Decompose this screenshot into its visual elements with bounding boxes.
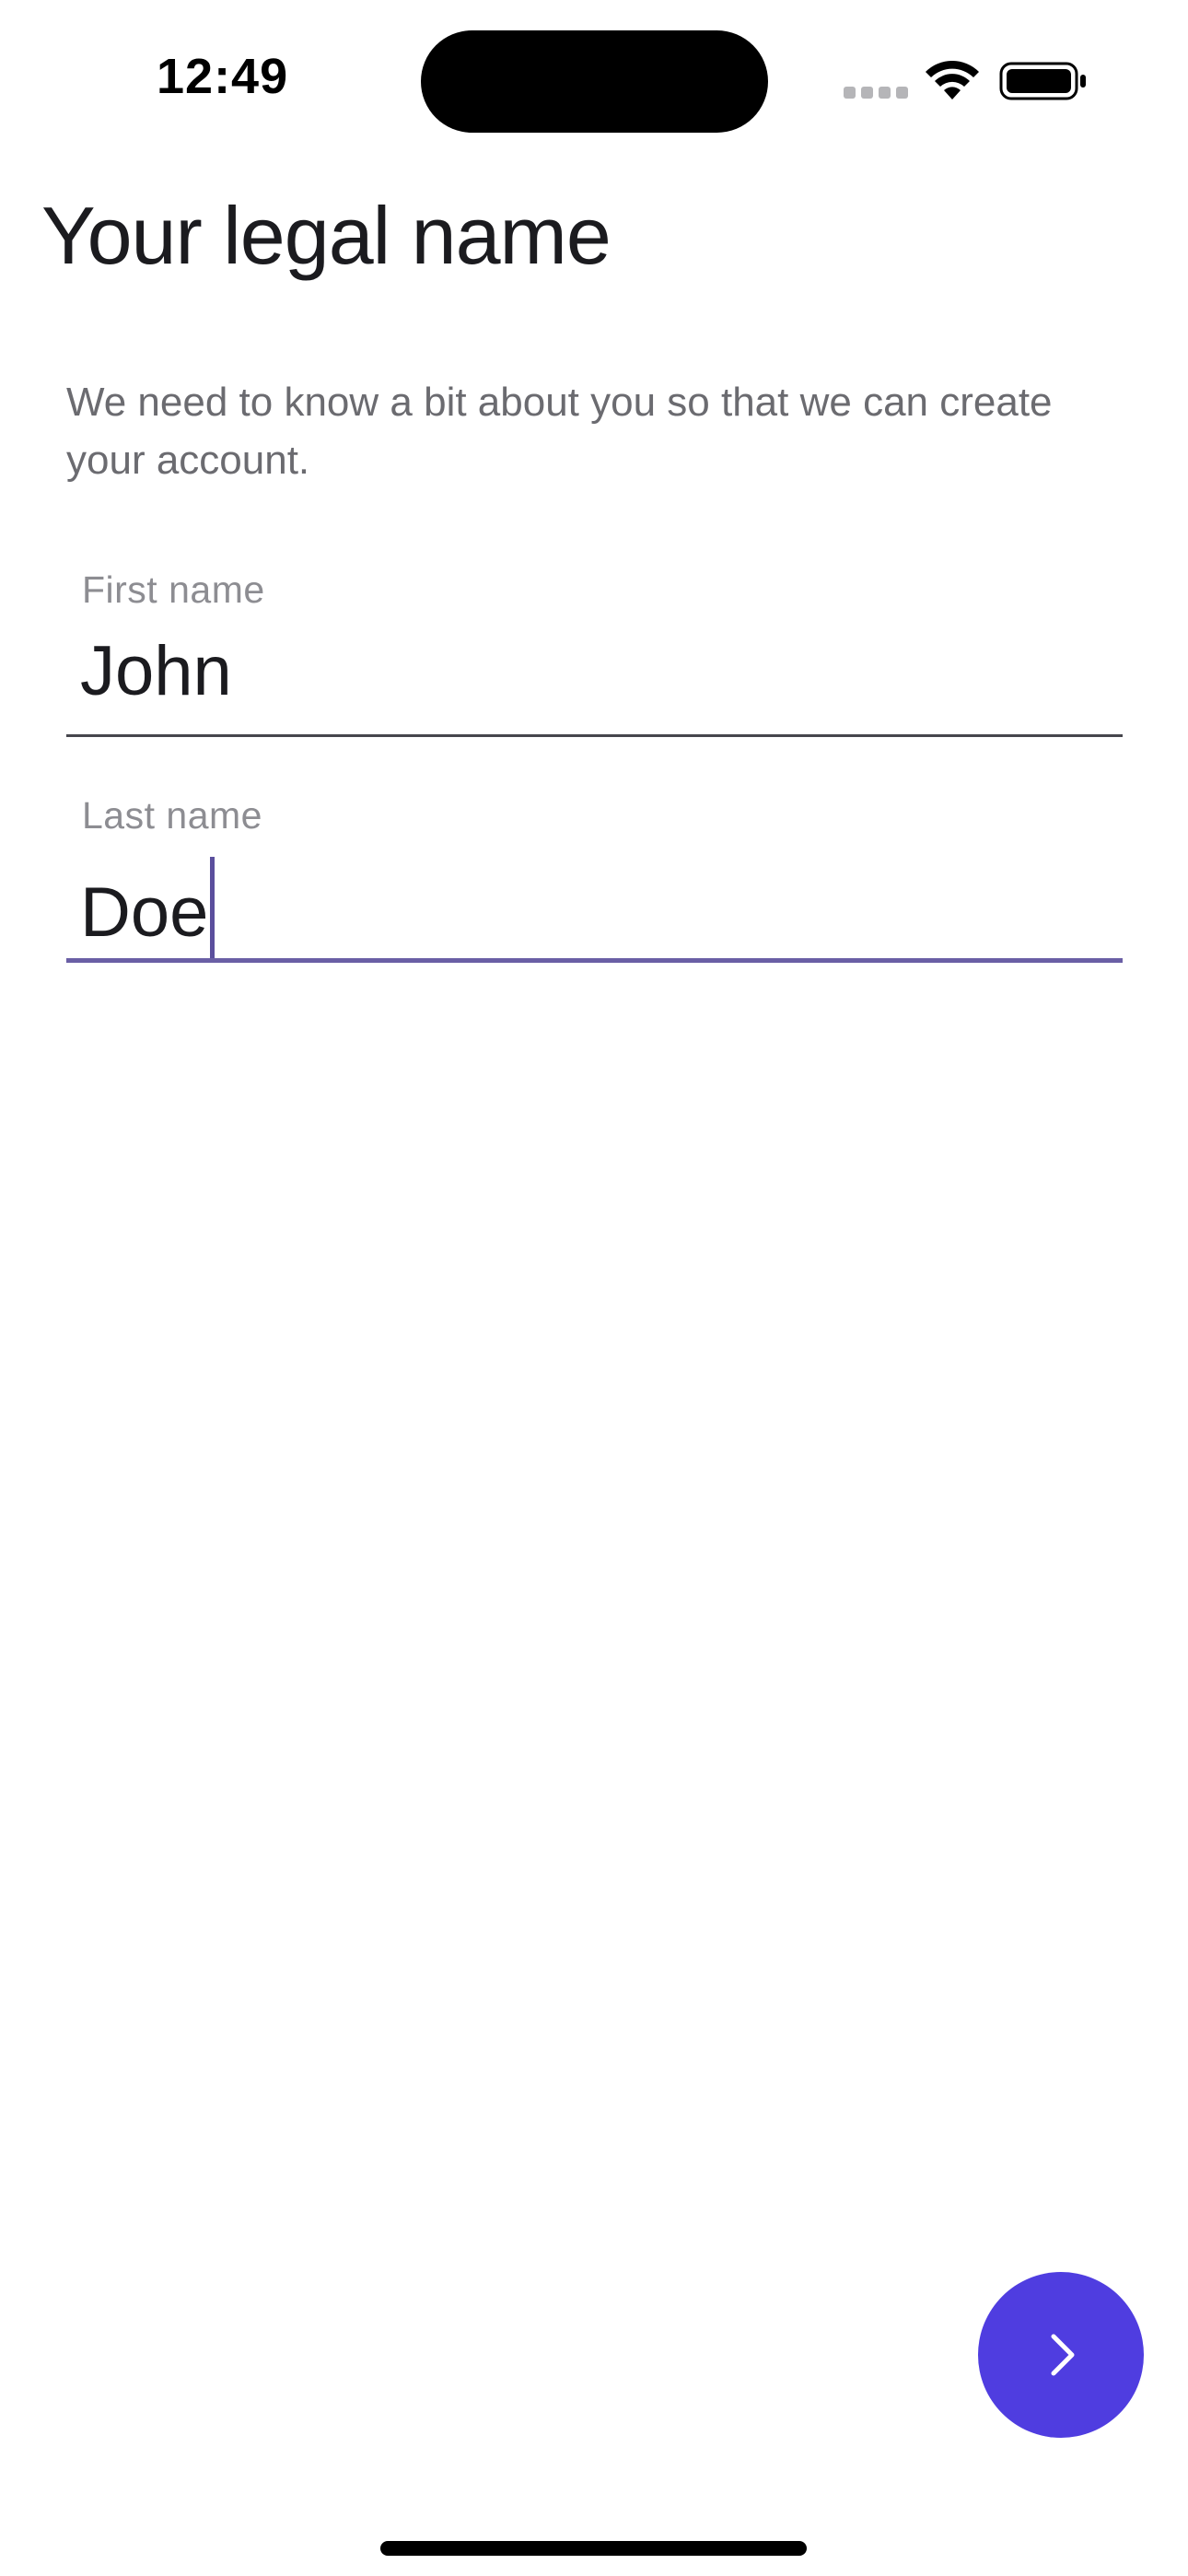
cellular-signal-icon xyxy=(844,87,908,100)
page-subtitle: We need to know a bit about you so that … xyxy=(66,380,1053,483)
chevron-right-icon xyxy=(1051,2334,1075,2376)
first-name-underline xyxy=(66,734,1123,737)
first-name-field[interactable]: First name John xyxy=(66,557,1123,737)
first-name-value: John xyxy=(80,632,232,710)
battery-icon xyxy=(999,62,1086,100)
next-button[interactable] xyxy=(978,2272,1144,2438)
first-name-input[interactable]: John xyxy=(80,631,232,711)
page-title: Your legal name xyxy=(41,190,611,281)
last-name-value: Doe xyxy=(80,873,209,952)
screen: 12:49 Your legal name We need to know a … xyxy=(0,0,1188,2576)
text-caret xyxy=(210,857,215,960)
last-name-input[interactable]: Doe xyxy=(80,857,215,960)
last-name-field[interactable]: Last name Doe xyxy=(66,783,1123,963)
first-name-label: First name xyxy=(82,568,265,611)
home-indicator[interactable] xyxy=(380,2541,807,2556)
last-name-label: Last name xyxy=(82,794,262,837)
status-time: 12:49 xyxy=(157,49,289,104)
last-name-underline xyxy=(66,958,1123,963)
wifi-icon xyxy=(926,61,979,100)
dynamic-island xyxy=(421,30,768,133)
